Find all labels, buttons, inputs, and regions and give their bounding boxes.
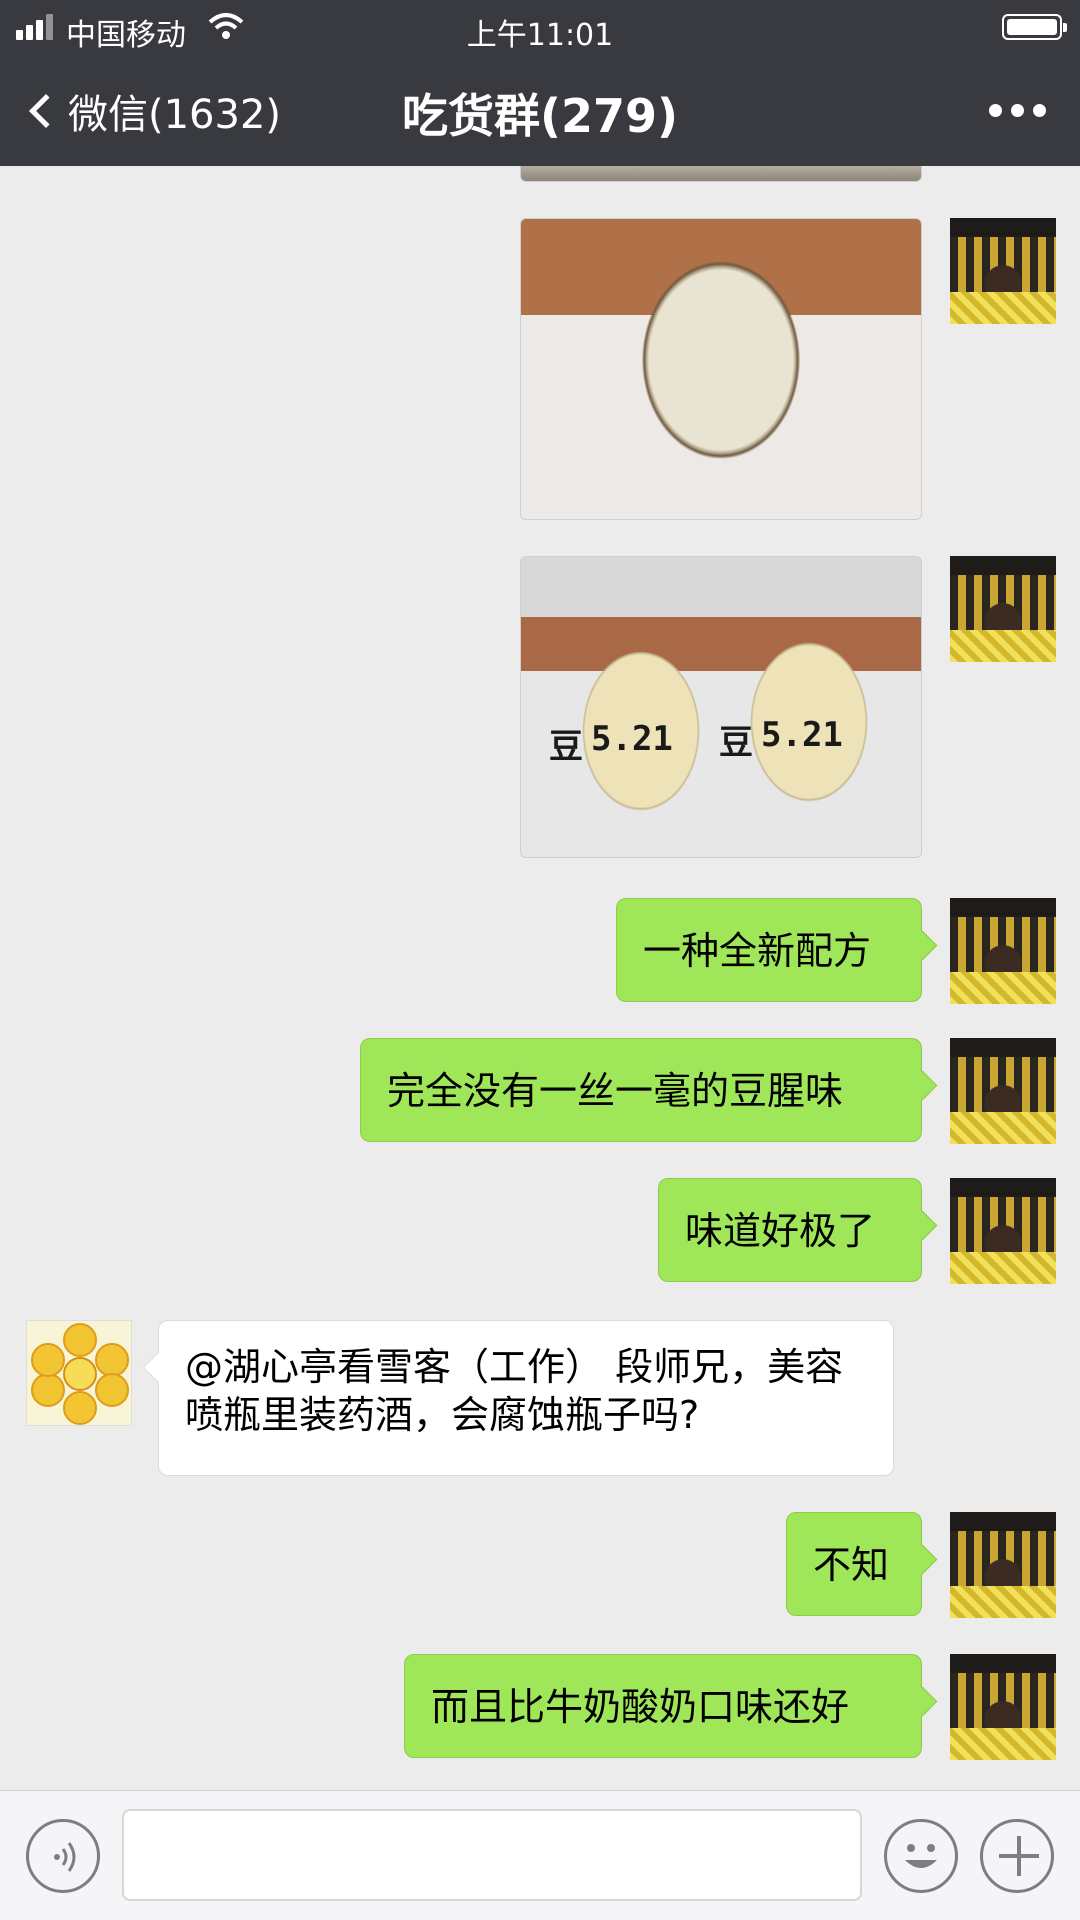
battery-icon [1002,14,1067,40]
jar-label-date: 5.21 [591,719,673,759]
avatar[interactable] [950,898,1056,1004]
jar-label-date: 5.21 [761,715,843,755]
status-time: 上午11:01 [466,18,614,53]
emoji-icon [905,1844,937,1868]
jar-label-char: 豆 [719,723,753,763]
avatar[interactable] [950,218,1056,324]
voice-button[interactable] [26,1819,100,1893]
message-bubble[interactable]: 而且比牛奶酸奶口味还好 [404,1654,922,1758]
plus-icon[interactable] [980,1819,1054,1893]
avatar[interactable] [950,1038,1056,1144]
emoji-button[interactable] [884,1819,958,1893]
partial-photo-message[interactable] [520,166,922,182]
chat-title: 吃货群(279) [401,89,679,143]
message-bubble[interactable]: @湖心亭看雪客（工作） 段师兄，美容喷瓶里装药酒，会腐蚀瓶子吗? [158,1320,894,1476]
avatar[interactable] [26,1320,132,1426]
message-bubble[interactable]: 味道好极了 [658,1178,922,1282]
more-dots-icon[interactable] [989,104,1046,117]
status-bar: 中国移动 上午11:01 [0,0,1080,54]
message-bubble[interactable]: 完全没有一丝一毫的豆腥味 [360,1038,922,1142]
message-input[interactable] [122,1809,862,1901]
message-bubble[interactable]: 不知 [786,1512,922,1616]
avatar[interactable] [950,1512,1056,1618]
top-bar: 中国移动 上午11:01 微信(1632) 吃货群(279) [0,0,1080,166]
nav-bar: 微信(1632) 吃货群(279) [0,54,1080,166]
voice-icon [54,1842,76,1872]
avatar[interactable] [950,1654,1056,1760]
message-bubble[interactable]: 一种全新配方 [616,898,922,1002]
input-bar [0,1790,1080,1920]
chat-area[interactable]: 豆 5.21 豆 5.21 一种全新配方 完全没有一丝一毫的豆腥味 味道好极了 … [0,166,1080,1790]
avatar[interactable] [950,1178,1056,1284]
avatar[interactable] [950,556,1056,662]
photo-message[interactable]: 豆 5.21 豆 5.21 [520,556,922,858]
jar-label-char: 豆 [549,727,583,767]
photo-message[interactable] [520,218,922,520]
